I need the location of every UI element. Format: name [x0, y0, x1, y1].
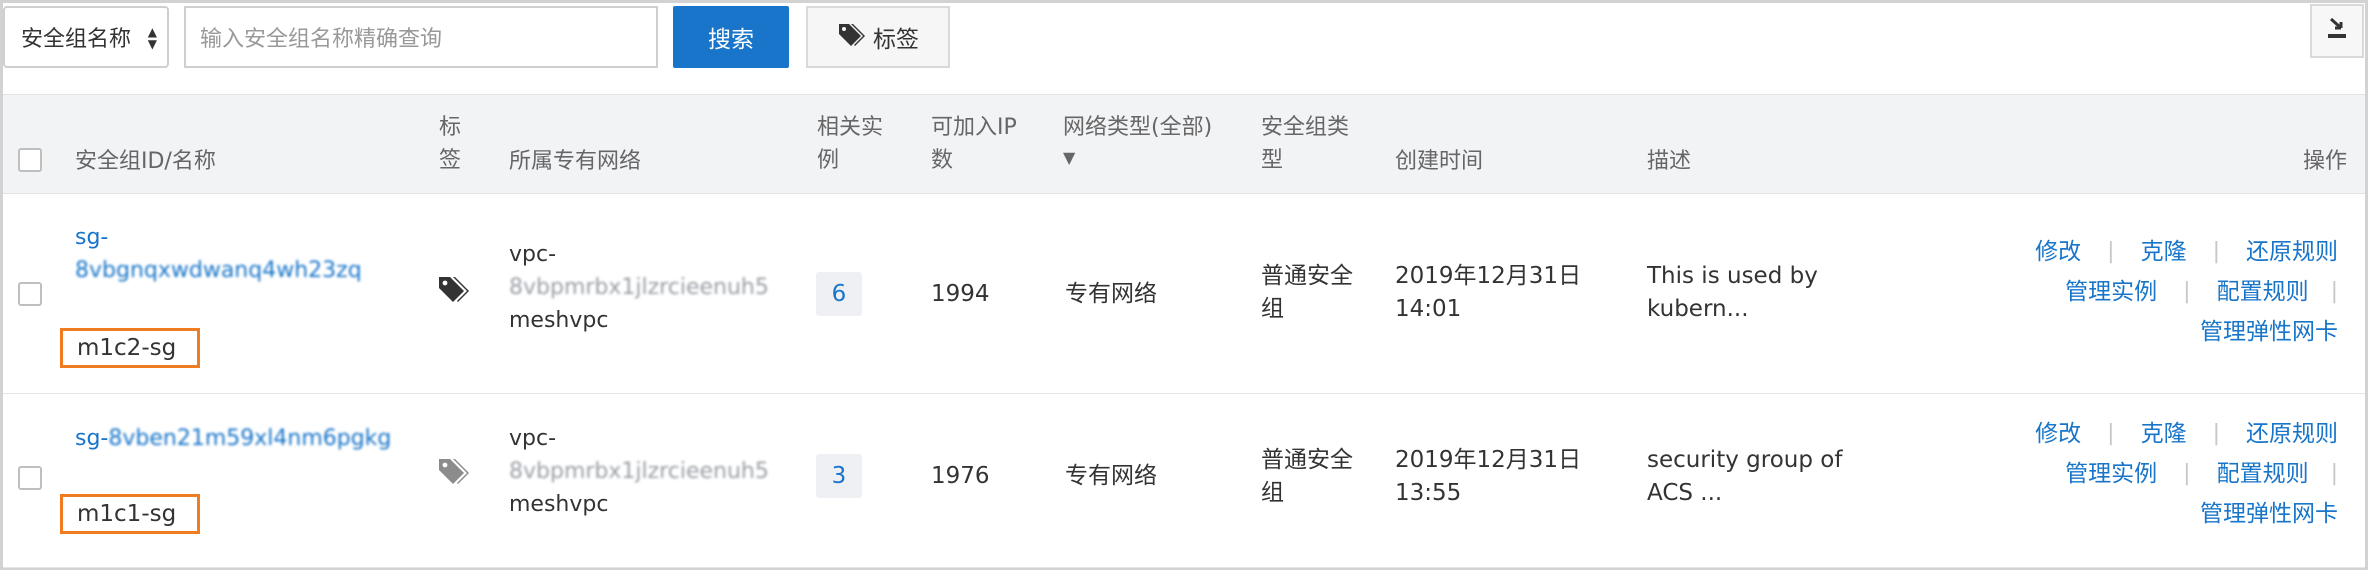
export-button[interactable] — [2310, 4, 2364, 58]
header-tag: 标签 — [439, 115, 462, 173]
vpc-info: vpc- 8vbpmrbx1jlzrcieenuh5 meshvpc — [509, 242, 769, 333]
table-row: sg- 8vbgnqxwdwanq4wh23zq m1c2-sg vpc- 8v… — [3, 194, 2365, 394]
description: This is used by kubern... — [1647, 263, 1818, 322]
row-actions: 修改 | 克隆 | 还原规则 管理实例 | 配置规则 | 管理弹性网卡 — [2035, 414, 2338, 534]
header-available-ips: 可加入IP 数 — [931, 115, 1017, 173]
tags-icon — [837, 22, 867, 52]
filter-field-select-value: 安全组名称 — [21, 27, 132, 52]
tag-icon[interactable] — [437, 457, 471, 497]
search-button[interactable]: 搜索 — [673, 6, 789, 68]
table-row: sg-8vben21m59xl4nm6pgkg m1c1-sg vpc- 8vb… — [3, 394, 2365, 568]
created-time: 2019年12月31日 14:01 — [1395, 263, 1582, 322]
sort-caret-icon: ▲ ▼ — [147, 25, 157, 51]
description: security group of ACS ... — [1647, 447, 1843, 506]
security-group-id-link[interactable]: sg-8vben21m59xl4nm6pgkg — [75, 422, 391, 455]
row-actions: 修改 | 克隆 | 还原规则 管理实例 | 配置规则 | 管理弹性网卡 — [2035, 232, 2338, 352]
table-header: 安全组ID/名称 标签 所属专有网络 相关实例 可加入IP 数 网络类型(全部) … — [3, 94, 2365, 194]
sg-type: 普通安全组 — [1261, 447, 1353, 506]
filter-field-select[interactable]: 安全组名称 ▲ ▼ — [3, 6, 169, 68]
header-description: 描述 — [1647, 149, 1692, 174]
clone-link[interactable]: 克隆 — [2141, 232, 2187, 272]
security-group-id-link[interactable]: sg- 8vbgnqxwdwanq4wh23zq — [75, 221, 362, 287]
security-group-name: m1c1-sg — [60, 494, 200, 534]
network-type: 专有网络 — [1065, 463, 1157, 489]
header-id-name: 安全组ID/名称 — [75, 149, 216, 174]
row-checkbox[interactable] — [18, 466, 42, 490]
sg-type: 普通安全组 — [1261, 263, 1353, 322]
search-input-placeholder: 输入安全组名称精确查询 — [200, 27, 443, 52]
modify-link[interactable]: 修改 — [2035, 232, 2081, 272]
header-instances: 相关实例 — [817, 115, 884, 173]
row-checkbox[interactable] — [18, 282, 42, 306]
available-ips: 1976 — [931, 463, 990, 489]
restore-rules-link[interactable]: 还原规则 — [2246, 414, 2338, 454]
configure-rules-link[interactable]: 配置规则 — [2217, 454, 2309, 494]
tag-icon[interactable] — [437, 275, 471, 315]
modify-link[interactable]: 修改 — [2035, 414, 2081, 454]
toolbar: 安全组名称 ▲ ▼ 输入安全组名称精确查询 搜索 标签 — [0, 0, 2368, 94]
header-vpc: 所属专有网络 — [509, 149, 642, 174]
tag-button-label: 标签 — [873, 27, 919, 53]
export-icon — [2324, 16, 2350, 46]
security-group-name: m1c2-sg — [60, 328, 200, 368]
header-actions: 操作 — [2303, 149, 2348, 174]
header-network-type-filter[interactable]: 网络类型(全部) ▼ — [1063, 111, 1212, 172]
restore-rules-link[interactable]: 还原规则 — [2246, 232, 2338, 272]
vpc-info: vpc- 8vbpmrbx1jlzrcieenuh5 meshvpc — [509, 426, 769, 517]
instance-count-link[interactable]: 6 — [816, 272, 862, 316]
manage-instances-link[interactable]: 管理实例 — [2065, 454, 2157, 494]
clone-link[interactable]: 克隆 — [2141, 414, 2187, 454]
header-created: 创建时间 — [1395, 149, 1484, 174]
available-ips: 1994 — [931, 281, 990, 307]
select-all-checkbox[interactable] — [18, 148, 42, 172]
manage-eni-link[interactable]: 管理弹性网卡 — [2200, 494, 2338, 534]
network-type: 专有网络 — [1065, 281, 1157, 307]
instance-count-link[interactable]: 3 — [816, 454, 862, 498]
manage-eni-link[interactable]: 管理弹性网卡 — [2200, 312, 2338, 352]
search-input[interactable]: 输入安全组名称精确查询 — [184, 6, 658, 68]
configure-rules-link[interactable]: 配置规则 — [2217, 272, 2309, 312]
manage-instances-link[interactable]: 管理实例 — [2065, 272, 2157, 312]
tag-button[interactable]: 标签 — [806, 6, 950, 68]
filter-caret-icon: ▼ — [1063, 148, 1076, 167]
header-sg-type: 安全组类型 — [1261, 115, 1350, 173]
created-time: 2019年12月31日 13:55 — [1395, 447, 1582, 506]
